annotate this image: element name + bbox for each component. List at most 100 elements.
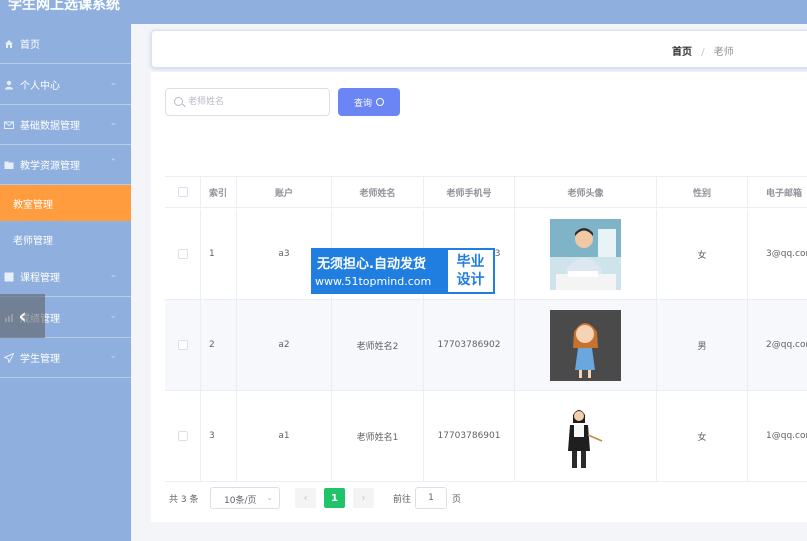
top-header: 学生网上选课系统 (0, 0, 807, 24)
sidebar-item-courses[interactable]: 课程管理 ⌄ (0, 257, 131, 297)
watermark-badge-line2: 设计 (456, 272, 485, 288)
goto-label: 前往 (393, 495, 412, 505)
breadcrumb-bar: 首页 / 老师 (151, 30, 807, 68)
watermark-line2: www.51topmind.com (315, 275, 432, 288)
chevron-down-icon: ⌄ (109, 311, 117, 321)
table-row[interactable]: 3 a1 老师姓名1 17703786901 女 1@qq.com (165, 391, 807, 482)
watermark-badge: 毕业 设计 (446, 248, 495, 294)
cell-gender: 女 (657, 209, 748, 299)
teacher-avatar-image (550, 400, 621, 472)
chevron-down-icon: ⌄ (109, 78, 117, 88)
sidebar-subitem-classroom[interactable]: 教室管理 (0, 185, 131, 221)
column-header: 账户 (237, 177, 332, 207)
query-button-label: 查询 (353, 98, 372, 109)
sidebar-item-label: 首页 (20, 40, 40, 51)
row-checkbox[interactable] (177, 340, 188, 350)
row-select-cell (165, 391, 201, 481)
teacher-avatar-image (550, 309, 621, 381)
table-header: 索引 账户 老师姓名 老师手机号 老师头像 性别 电子邮箱 (165, 176, 807, 208)
cell-index: 2 (201, 300, 237, 390)
home-icon (4, 39, 14, 49)
select-all-cell (165, 177, 201, 207)
sidebar: 首页 个人中心 ⌄ 基础数据管理 ⌄ 教学资源管理 ⌃ 教室管理 老师管理 课程… (0, 24, 131, 541)
column-header: 索引 (201, 177, 237, 207)
next-page-button[interactable]: › (353, 488, 374, 508)
cell-account: a2 (237, 300, 332, 390)
search-icon (376, 98, 384, 106)
breadcrumb-separator: / (701, 47, 705, 58)
cell-index: 3 (201, 391, 237, 481)
sidebar-item-label: 教学资源管理 (20, 161, 80, 172)
page-size-select[interactable]: 10条/页 ⌄ (210, 487, 280, 509)
column-header: 电子邮箱 (766, 188, 803, 199)
chevron-up-icon: ⌃ (109, 158, 117, 168)
table-row[interactable]: 2 a2 老师姓名2 17703786902 男 2@qq.com (165, 300, 807, 391)
watermark-text-block: 无须担心.自动发货 www.51topmind.com (311, 248, 446, 294)
folder-icon (4, 160, 14, 170)
sidebar-item-label: 个人中心 (20, 81, 60, 92)
watermark-badge-line1: 毕业 (456, 254, 485, 270)
column-header: 老师头像 (515, 177, 657, 207)
chevron-down-icon: ⌄ (266, 493, 273, 502)
page-number-button[interactable]: 1 (324, 488, 345, 508)
breadcrumb: 首页 / 老师 (672, 43, 734, 58)
sidebar-item-basic-data[interactable]: 基础数据管理 ⌄ (0, 105, 131, 145)
watermark-line1: 无须担心.自动发货 (317, 257, 426, 272)
cell-phone: 17703786901 (424, 391, 515, 481)
page-unit-label: 页 (452, 495, 462, 505)
cell-avatar (515, 209, 657, 299)
page-size-value: 10条/页 (224, 496, 257, 506)
query-button[interactable]: 查询 (338, 88, 400, 116)
row-select-cell (165, 300, 201, 390)
search-icon (174, 97, 183, 106)
breadcrumb-home[interactable]: 首页 (672, 47, 692, 58)
cell-avatar (515, 391, 657, 481)
prev-page-button[interactable]: ‹ (295, 488, 316, 508)
cell-email: 1@qq.com (766, 431, 807, 441)
chevron-down-icon: ⌄ (109, 118, 117, 128)
cell-email: 2@qq.com (766, 340, 807, 350)
row-select-cell (165, 209, 201, 299)
user-icon (4, 80, 14, 90)
send-icon (4, 352, 14, 363)
search-field[interactable] (165, 88, 330, 116)
chevron-down-icon: ⌄ (109, 351, 117, 361)
cell-index: 1 (201, 209, 237, 299)
cell-gender: 女 (657, 391, 748, 481)
row-checkbox[interactable] (177, 249, 188, 259)
cell-phone: 17703786902 (424, 300, 515, 390)
sidebar-item-students[interactable]: 学生管理 ⌄ (0, 338, 131, 378)
grid-icon (4, 272, 14, 282)
sidebar-item-label: 学生管理 (20, 354, 60, 365)
pagination-total: 共 3 条 (169, 495, 199, 505)
cell-avatar (515, 300, 657, 390)
cell-email: 3@qq.com (766, 249, 807, 259)
teacher-avatar-image (550, 218, 621, 290)
cell-name: 老师姓名1 (332, 391, 424, 481)
sidebar-subitem-label: 老师管理 (13, 235, 53, 247)
pagination: 共 3 条 10条/页 ⌄ ‹ 1 › 前往 1 页 (169, 487, 807, 509)
sidebar-subitem-label: 教室管理 (13, 199, 53, 211)
app-title: 学生网上选课系统 (8, 0, 120, 13)
row-checkbox[interactable] (177, 431, 188, 441)
sidebar-subitem-teacher[interactable]: 老师管理 (0, 221, 131, 257)
sidebar-item-label: 基础数据管理 (20, 121, 80, 132)
goto-page-input[interactable]: 1 (415, 487, 447, 509)
sidebar-item-teaching-resources[interactable]: 教学资源管理 ⌃ (0, 145, 131, 185)
sidebar-item-label: 课程管理 (20, 273, 60, 284)
column-header: 老师姓名 (332, 177, 424, 207)
watermark-banner: 无须担心.自动发货 www.51topmind.com 毕业 设计 (311, 248, 495, 294)
sidebar-item-home[interactable]: 首页 (0, 24, 131, 64)
breadcrumb-current: 老师 (713, 47, 734, 58)
sidebar-item-profile[interactable]: 个人中心 ⌄ (0, 65, 131, 105)
select-all-checkbox[interactable] (177, 187, 188, 197)
sidebar-collapse-button[interactable]: ‹ (0, 294, 45, 338)
search-input[interactable] (188, 93, 326, 111)
cell-name: 老师姓名2 (332, 300, 424, 390)
column-header: 老师手机号 (424, 177, 515, 207)
main-content: 查询 索引 账户 老师姓名 老师手机号 老师头像 性别 电子邮箱 1 a3 老师… (151, 72, 807, 522)
cell-account: a1 (237, 391, 332, 481)
cell-gender: 男 (657, 300, 748, 390)
column-header: 性别 (657, 177, 748, 207)
chevron-down-icon: ⌄ (109, 270, 117, 280)
